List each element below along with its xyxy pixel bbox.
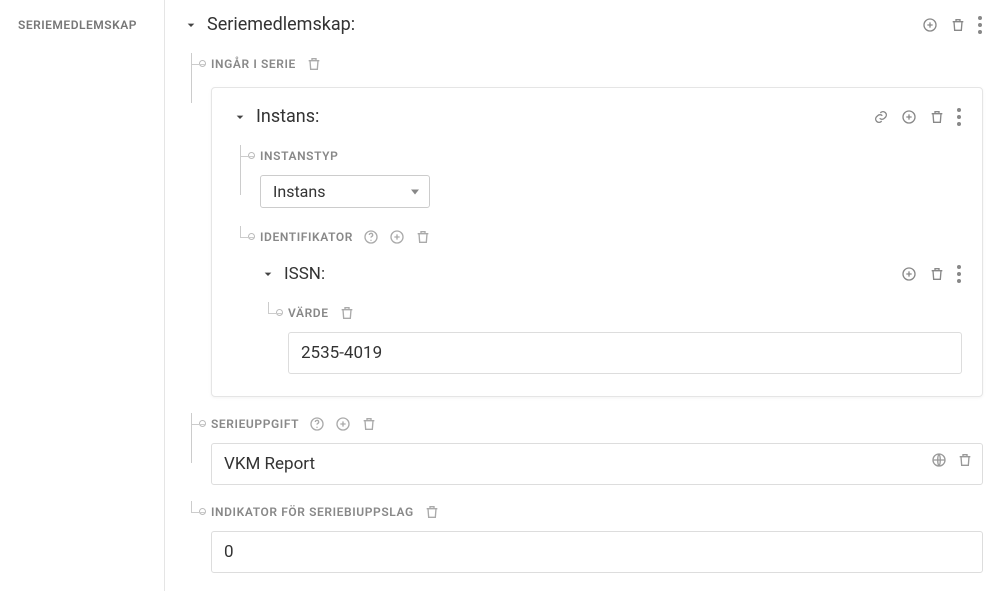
issn-title: ISSN:: [284, 264, 325, 284]
ingar-i-serie-label: INGÅR I SERIE: [211, 57, 296, 71]
globe-icon[interactable]: [931, 452, 947, 468]
help-icon[interactable]: [363, 229, 379, 245]
serieuppgift-input[interactable]: [211, 443, 983, 485]
chevron-down-icon[interactable]: [232, 109, 248, 125]
instanstyp-select[interactable]: Instans: [260, 175, 430, 208]
identifikator-label: IDENTIFIKATOR: [260, 230, 353, 244]
varde-input[interactable]: [288, 332, 962, 374]
instanstyp-value: Instans: [273, 182, 325, 201]
add-icon[interactable]: [901, 109, 917, 125]
more-menu-icon[interactable]: [978, 16, 983, 34]
indikator-input[interactable]: [211, 531, 983, 573]
add-icon[interactable]: [901, 266, 917, 282]
trash-icon[interactable]: [361, 416, 377, 432]
instans-card: Instans: INSTANSTY: [211, 87, 983, 397]
chevron-down-icon[interactable]: [183, 17, 199, 33]
trash-icon[interactable]: [424, 504, 440, 520]
instanstyp-label: INSTANSTYP: [260, 149, 338, 163]
add-icon[interactable]: [922, 17, 938, 33]
caret-down-icon: [411, 189, 419, 194]
help-icon[interactable]: [309, 416, 325, 432]
section-title: Seriemedlemskap:: [207, 14, 355, 35]
trash-icon[interactable]: [415, 229, 431, 245]
trash-icon[interactable]: [306, 56, 322, 72]
trash-icon[interactable]: [929, 109, 945, 125]
trash-icon[interactable]: [950, 17, 966, 33]
trash-icon[interactable]: [929, 266, 945, 282]
serieuppgift-label: SERIEUPPGIFT: [211, 417, 299, 431]
instans-title: Instans:: [256, 106, 319, 127]
more-menu-icon[interactable]: [957, 108, 962, 126]
sidebar-section-label: SERIEMEDLEMSKAP: [18, 18, 154, 32]
add-icon[interactable]: [335, 416, 351, 432]
trash-icon[interactable]: [957, 452, 973, 468]
trash-icon[interactable]: [339, 305, 355, 321]
chevron-down-icon[interactable]: [260, 266, 276, 282]
add-icon[interactable]: [389, 229, 405, 245]
varde-label: VÄRDE: [288, 306, 329, 320]
indikator-label: INDIKATOR FÖR SERIEBIUPPSLAG: [211, 505, 414, 519]
more-menu-icon[interactable]: [957, 265, 962, 283]
link-icon[interactable]: [873, 109, 889, 125]
